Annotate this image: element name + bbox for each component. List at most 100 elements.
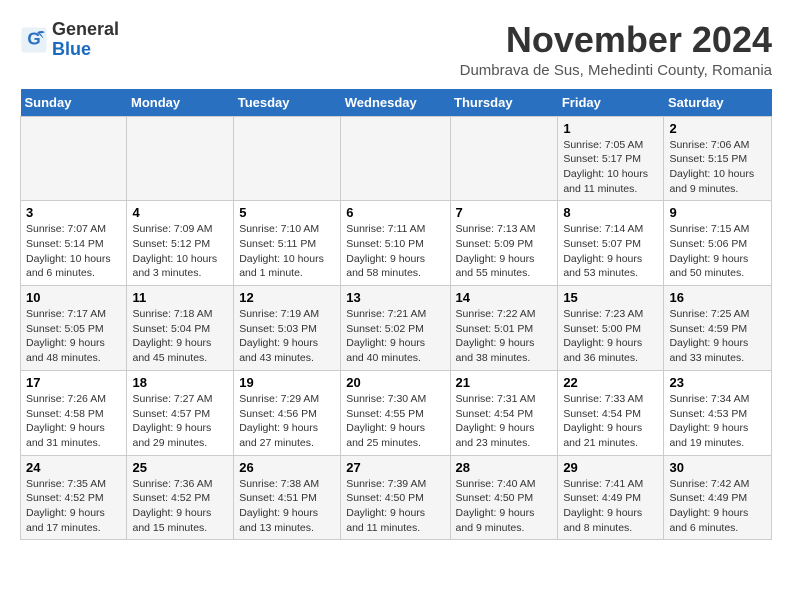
col-friday: Friday [558, 89, 664, 117]
logo-icon: G [20, 26, 48, 54]
table-row: 29 Sunrise: 7:41 AM Sunset: 4:49 PM Dayli… [558, 455, 664, 540]
logo-general-text: General [52, 19, 119, 39]
table-row [341, 116, 450, 201]
day-info: Sunrise: 7:31 AM Sunset: 4:54 PM Dayligh… [456, 392, 553, 451]
table-row: 15 Sunrise: 7:23 AM Sunset: 5:00 PM Dayli… [558, 286, 664, 371]
table-row: 26 Sunrise: 7:38 AM Sunset: 4:51 PM Dayli… [234, 455, 341, 540]
col-monday: Monday [127, 89, 234, 117]
day-info: Sunrise: 7:17 AM Sunset: 5:05 PM Dayligh… [26, 307, 121, 366]
table-row [450, 116, 558, 201]
table-row: 10 Sunrise: 7:17 AM Sunset: 5:05 PM Dayli… [21, 286, 127, 371]
day-info: Sunrise: 7:41 AM Sunset: 4:49 PM Dayligh… [563, 477, 658, 536]
location-title: Dumbrava de Sus, Mehedinti County, Roman… [460, 62, 772, 79]
table-row: 14 Sunrise: 7:22 AM Sunset: 5:01 PM Dayli… [450, 286, 558, 371]
day-number: 29 [563, 460, 658, 475]
logo-blue-text: Blue [52, 39, 91, 59]
day-info: Sunrise: 7:07 AM Sunset: 5:14 PM Dayligh… [26, 222, 121, 281]
month-title: November 2024 [460, 20, 772, 60]
table-row: 30 Sunrise: 7:42 AM Sunset: 4:49 PM Dayli… [664, 455, 772, 540]
table-row: 1Sunrise: 7:05 AM Sunset: 5:17 PM Daylig… [558, 116, 664, 201]
day-number: 16 [669, 290, 766, 305]
day-info: Sunrise: 7:14 AM Sunset: 5:07 PM Dayligh… [563, 222, 658, 281]
table-row: 27 Sunrise: 7:39 AM Sunset: 4:50 PM Dayli… [341, 455, 450, 540]
table-row: 24 Sunrise: 7:35 AM Sunset: 4:52 PM Dayli… [21, 455, 127, 540]
table-row: 21 Sunrise: 7:31 AM Sunset: 4:54 PM Dayli… [450, 370, 558, 455]
day-info: Sunrise: 7:36 AM Sunset: 4:52 PM Dayligh… [132, 477, 228, 536]
day-number: 7 [456, 205, 553, 220]
day-number: 26 [239, 460, 335, 475]
day-info: Sunrise: 7:13 AM Sunset: 5:09 PM Dayligh… [456, 222, 553, 281]
day-number: 18 [132, 375, 228, 390]
day-number: 15 [563, 290, 658, 305]
page-header: G General Blue November 2024 Dumbrava de… [20, 20, 772, 79]
day-number: 28 [456, 460, 553, 475]
table-row: 22 Sunrise: 7:33 AM Sunset: 4:54 PM Dayli… [558, 370, 664, 455]
day-info: Sunrise: 7:23 AM Sunset: 5:00 PM Dayligh… [563, 307, 658, 366]
day-info: Sunrise: 7:25 AM Sunset: 4:59 PM Dayligh… [669, 307, 766, 366]
col-saturday: Saturday [664, 89, 772, 117]
logo: G General Blue [20, 20, 119, 60]
day-info: Sunrise: 7:11 AM Sunset: 5:10 PM Dayligh… [346, 222, 444, 281]
day-info: Sunrise: 7:10 AM Sunset: 5:11 PM Dayligh… [239, 222, 335, 281]
day-number: 25 [132, 460, 228, 475]
table-row: 16 Sunrise: 7:25 AM Sunset: 4:59 PM Dayli… [664, 286, 772, 371]
day-info: Sunrise: 7:42 AM Sunset: 4:49 PM Dayligh… [669, 477, 766, 536]
day-info: Sunrise: 7:40 AM Sunset: 4:50 PM Dayligh… [456, 477, 553, 536]
day-number: 5 [239, 205, 335, 220]
table-row: 3 Sunrise: 7:07 AM Sunset: 5:14 PM Daylig… [21, 201, 127, 286]
col-wednesday: Wednesday [341, 89, 450, 117]
day-number: 27 [346, 460, 444, 475]
day-info: Sunrise: 7:18 AM Sunset: 5:04 PM Dayligh… [132, 307, 228, 366]
table-row [234, 116, 341, 201]
day-number: 1 [563, 121, 658, 136]
day-number: 17 [26, 375, 121, 390]
day-number: 3 [26, 205, 121, 220]
col-tuesday: Tuesday [234, 89, 341, 117]
table-row [127, 116, 234, 201]
day-number: 8 [563, 205, 658, 220]
table-row: 8 Sunrise: 7:14 AM Sunset: 5:07 PM Daylig… [558, 201, 664, 286]
table-row: 28 Sunrise: 7:40 AM Sunset: 4:50 PM Dayli… [450, 455, 558, 540]
table-row: 18 Sunrise: 7:27 AM Sunset: 4:57 PM Dayli… [127, 370, 234, 455]
day-info: Sunrise: 7:27 AM Sunset: 4:57 PM Dayligh… [132, 392, 228, 451]
table-row: 4 Sunrise: 7:09 AM Sunset: 5:12 PM Daylig… [127, 201, 234, 286]
table-row: 7 Sunrise: 7:13 AM Sunset: 5:09 PM Daylig… [450, 201, 558, 286]
day-number: 4 [132, 205, 228, 220]
table-row: 25 Sunrise: 7:36 AM Sunset: 4:52 PM Dayli… [127, 455, 234, 540]
day-info: Sunrise: 7:19 AM Sunset: 5:03 PM Dayligh… [239, 307, 335, 366]
day-info: Sunrise: 7:34 AM Sunset: 4:53 PM Dayligh… [669, 392, 766, 451]
day-number: 30 [669, 460, 766, 475]
day-info: Sunrise: 7:22 AM Sunset: 5:01 PM Dayligh… [456, 307, 553, 366]
day-number: 21 [456, 375, 553, 390]
day-info: Sunrise: 7:35 AM Sunset: 4:52 PM Dayligh… [26, 477, 121, 536]
day-number: 24 [26, 460, 121, 475]
table-row: 13Sunrise: 7:21 AM Sunset: 5:02 PM Dayli… [341, 286, 450, 371]
day-number: 11 [132, 290, 228, 305]
day-number: 22 [563, 375, 658, 390]
day-number: 10 [26, 290, 121, 305]
table-row: 11 Sunrise: 7:18 AM Sunset: 5:04 PM Dayli… [127, 286, 234, 371]
calendar-body: 1Sunrise: 7:05 AM Sunset: 5:17 PM Daylig… [21, 116, 772, 540]
day-number: 23 [669, 375, 766, 390]
calendar-table: Sunday Monday Tuesday Wednesday Thursday… [20, 89, 772, 541]
table-row: 9Sunrise: 7:15 AM Sunset: 5:06 PM Daylig… [664, 201, 772, 286]
day-number: 14 [456, 290, 553, 305]
table-row: 12 Sunrise: 7:19 AM Sunset: 5:03 PM Dayli… [234, 286, 341, 371]
day-info: Sunrise: 7:33 AM Sunset: 4:54 PM Dayligh… [563, 392, 658, 451]
day-number: 6 [346, 205, 444, 220]
day-info: Sunrise: 7:09 AM Sunset: 5:12 PM Dayligh… [132, 222, 228, 281]
title-block: November 2024 Dumbrava de Sus, Mehedinti… [460, 20, 772, 79]
col-sunday: Sunday [21, 89, 127, 117]
table-row: 20Sunrise: 7:30 AM Sunset: 4:55 PM Dayli… [341, 370, 450, 455]
day-info: Sunrise: 7:38 AM Sunset: 4:51 PM Dayligh… [239, 477, 335, 536]
day-info: Sunrise: 7:39 AM Sunset: 4:50 PM Dayligh… [346, 477, 444, 536]
table-row: 6 Sunrise: 7:11 AM Sunset: 5:10 PM Daylig… [341, 201, 450, 286]
table-row: 5 Sunrise: 7:10 AM Sunset: 5:11 PM Daylig… [234, 201, 341, 286]
day-info: Sunrise: 7:30 AM Sunset: 4:55 PM Dayligh… [346, 392, 444, 451]
table-row: 17Sunrise: 7:26 AM Sunset: 4:58 PM Dayli… [21, 370, 127, 455]
day-info: Sunrise: 7:15 AM Sunset: 5:06 PM Dayligh… [669, 222, 766, 281]
day-info: Sunrise: 7:06 AM Sunset: 5:15 PM Dayligh… [669, 138, 766, 197]
day-info: Sunrise: 7:21 AM Sunset: 5:02 PM Dayligh… [346, 307, 444, 366]
day-number: 12 [239, 290, 335, 305]
table-row [21, 116, 127, 201]
